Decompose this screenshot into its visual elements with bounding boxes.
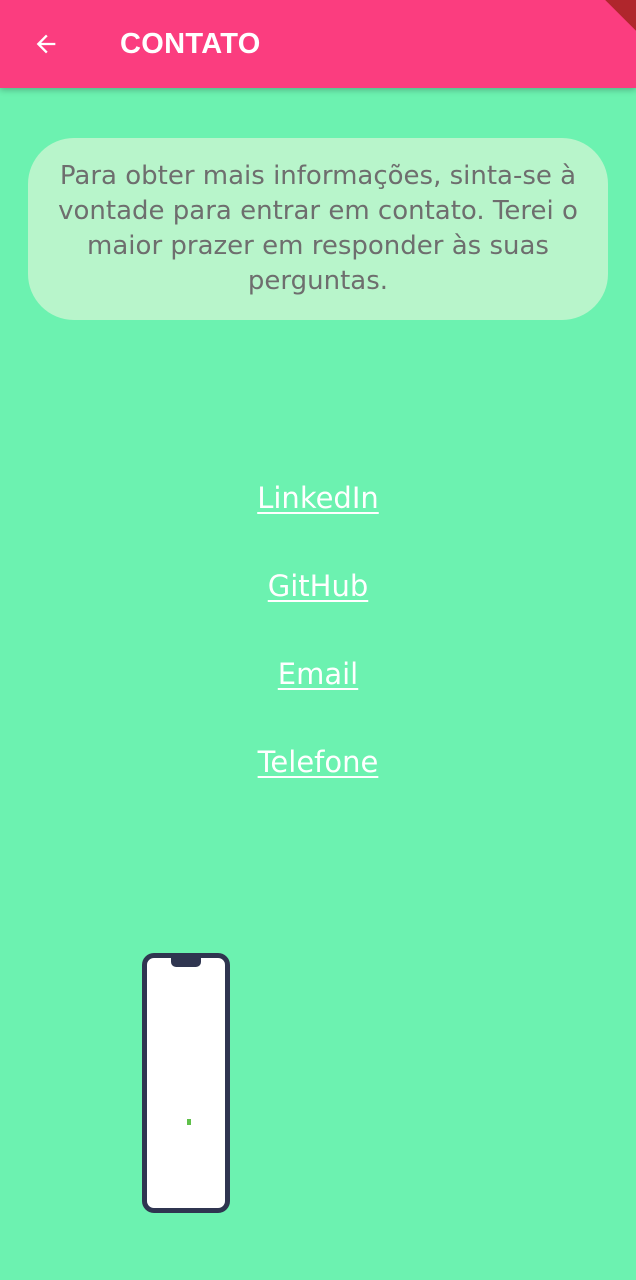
smartphone-icon: [142, 953, 230, 1213]
page-title: CONTATO: [120, 28, 261, 60]
arrow-back-icon: [36, 34, 56, 54]
contact-links: LinkedIn GitHub Email Telefone: [0, 474, 636, 826]
phone-notch: [171, 958, 201, 967]
linkedin-link[interactable]: LinkedIn: [208, 474, 428, 562]
info-card: Para obter mais informações, sinta-se à …: [28, 138, 608, 320]
telefone-link[interactable]: Telefone: [208, 738, 428, 826]
email-link[interactable]: Email: [208, 650, 428, 738]
back-button[interactable]: [22, 22, 70, 66]
info-text: Para obter mais informações, sinta-se à …: [58, 161, 578, 296]
app-bar: CONTATO: [0, 0, 636, 88]
github-link[interactable]: GitHub: [208, 562, 428, 650]
phone-screen-dot: [187, 1119, 191, 1125]
